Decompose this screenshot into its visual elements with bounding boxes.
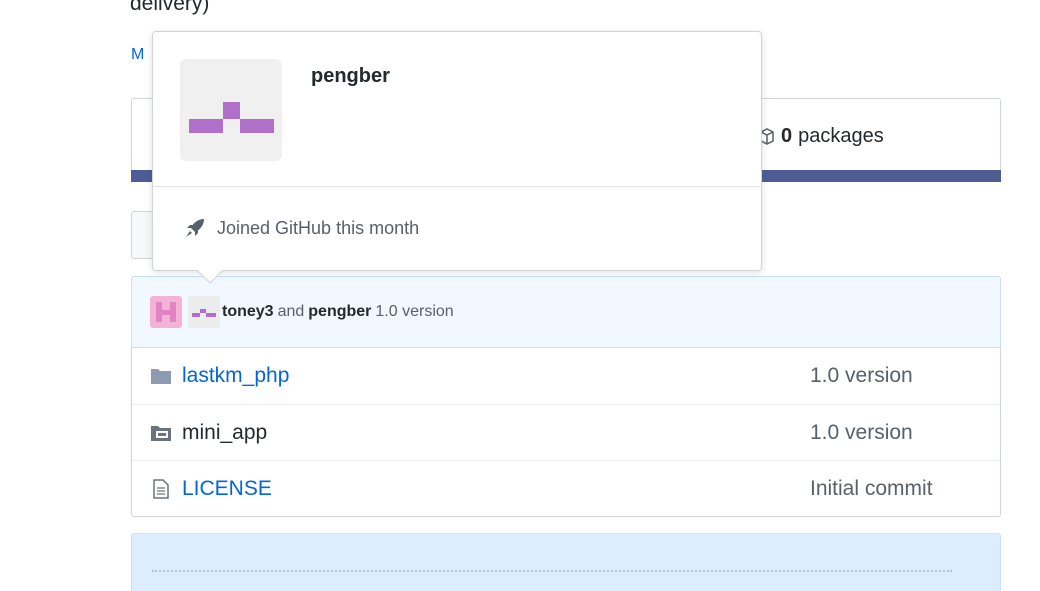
packages-stat[interactable]: 0 packages xyxy=(759,125,884,148)
file-text-icon xyxy=(150,478,172,499)
identicon-icon xyxy=(192,309,216,317)
hovercard-login-link[interactable]: pengber xyxy=(311,65,390,88)
commit-message-link[interactable]: 1.0 version xyxy=(810,364,913,388)
commit-conjunction: and xyxy=(277,303,305,320)
commit-message-link[interactable]: Initial commit xyxy=(810,477,933,501)
packages-count: 0 xyxy=(781,125,793,147)
readme-text-cutoff xyxy=(152,570,952,578)
latest-commit-bar: toney3 and pengber 1.0 version xyxy=(131,276,1001,348)
packages-label: packages xyxy=(798,125,884,147)
folder-icon xyxy=(150,366,172,386)
table-row[interactable]: mini_app 1.0 version xyxy=(132,404,1000,460)
rocket-icon xyxy=(186,219,204,237)
table-row[interactable]: LICENSE Initial commit xyxy=(132,460,1000,516)
folder-submodule-icon xyxy=(150,423,172,443)
table-row[interactable]: lastkm_php 1.0 version xyxy=(132,348,1000,404)
avatar[interactable] xyxy=(188,296,220,328)
repo-description: delivery) xyxy=(130,0,210,15)
avatar[interactable] xyxy=(180,59,282,161)
readme-notice xyxy=(131,533,1001,591)
joined-text: Joined GitHub this month xyxy=(217,217,420,238)
file-name-link[interactable]: LICENSE xyxy=(182,477,272,501)
file-name-link[interactable]: lastkm_php xyxy=(182,364,289,388)
file-name-link[interactable]: mini_app xyxy=(182,421,267,445)
commit-message-link[interactable]: 1.0 version xyxy=(810,421,913,445)
avatar[interactable] xyxy=(150,296,182,328)
commit-message[interactable]: 1.0 version xyxy=(375,303,453,321)
manage-topics-link[interactable]: M xyxy=(131,46,144,64)
user-hovercard: pengber Joined GitHub this month xyxy=(152,31,762,284)
file-list: lastkm_php 1.0 version mini_app 1.0 vers… xyxy=(131,348,1001,517)
commit-author-link[interactable]: toney3 xyxy=(222,303,274,321)
commit-author-link[interactable]: pengber xyxy=(308,303,371,321)
divider xyxy=(153,186,761,187)
joined-info: Joined GitHub this month xyxy=(183,216,419,240)
